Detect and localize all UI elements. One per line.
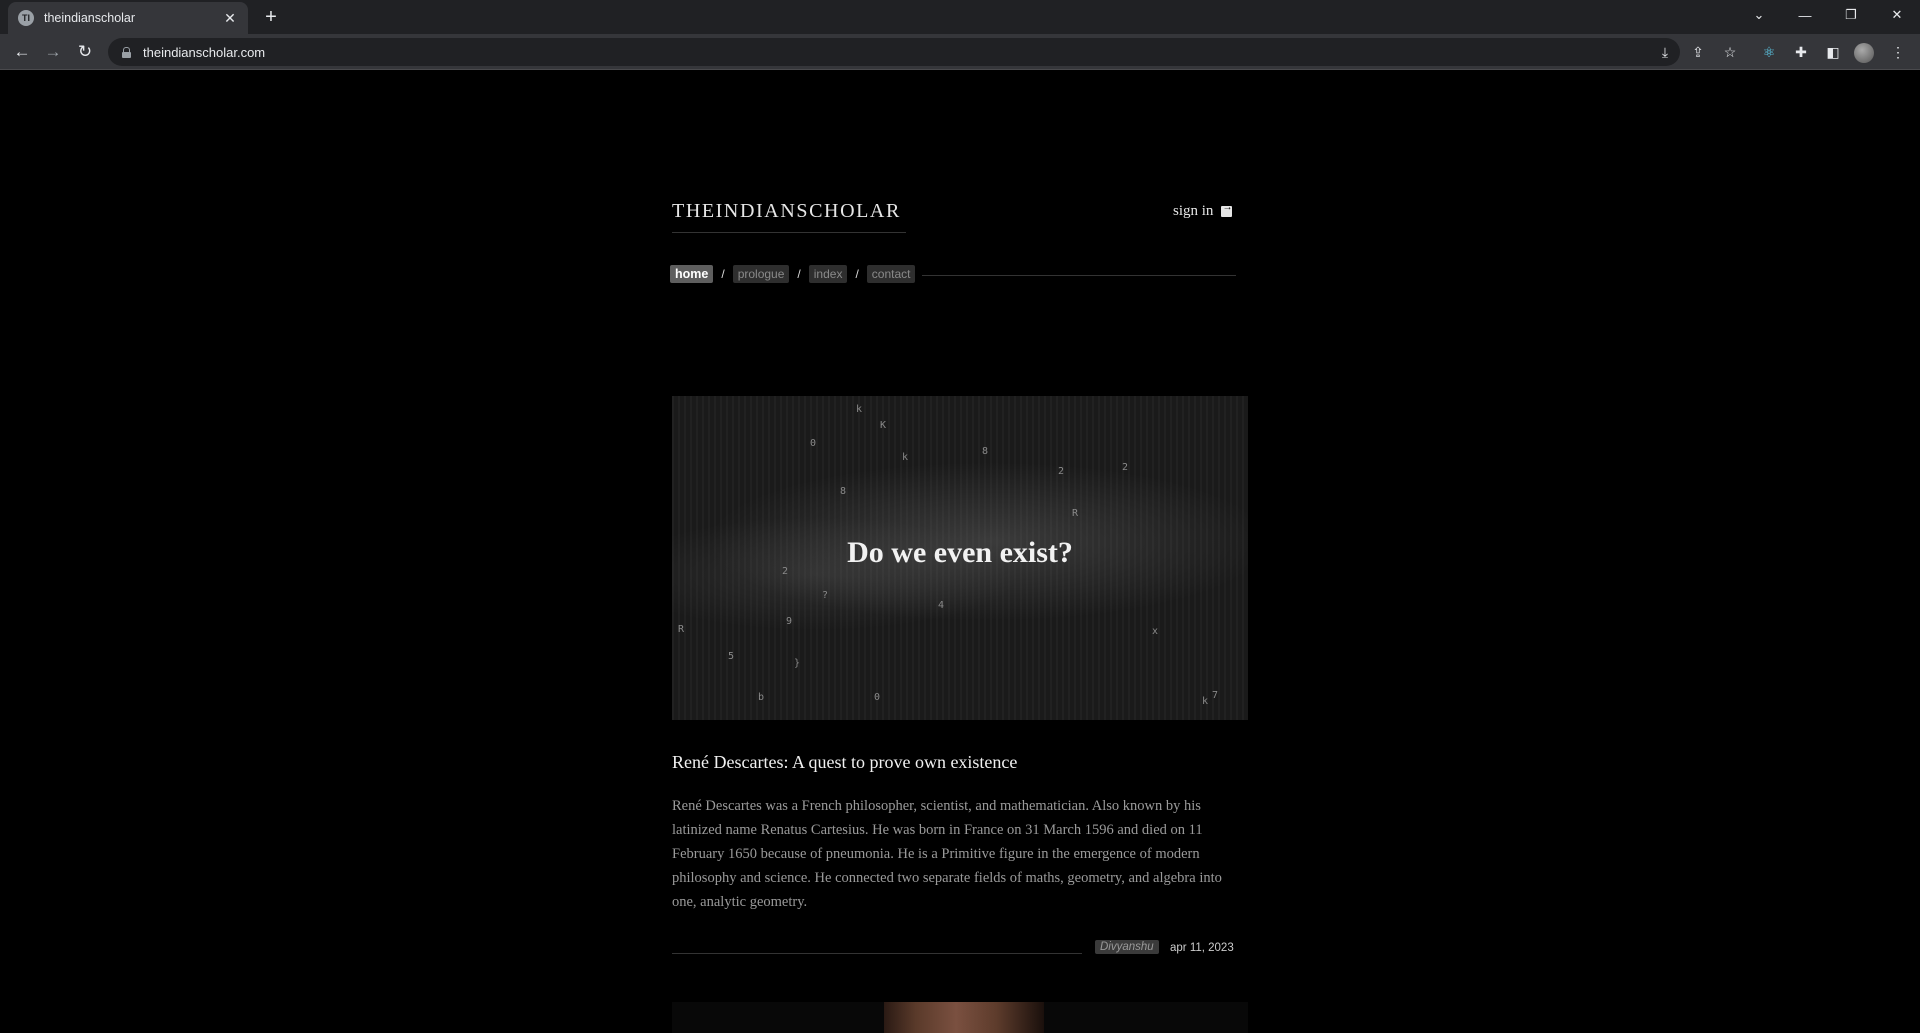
menu-icon[interactable]: ⋮ <box>1888 42 1908 62</box>
tab-search-icon[interactable]: ⌄ <box>1736 0 1782 30</box>
decorative-glyph: R <box>1072 508 1079 519</box>
browser-tab[interactable]: TI theindianscholar ✕ <box>8 2 248 34</box>
star-icon[interactable]: ☆ <box>1720 42 1740 62</box>
site-title[interactable]: THEINDIANSCHOLAR <box>672 200 901 223</box>
next-post-image-content <box>884 1002 1044 1033</box>
browser-tab-bar: TI theindianscholar ✕ + ⌄ — ❐ ✕ <box>0 0 1920 34</box>
decorative-glyph: 5 <box>728 651 735 662</box>
decorative-glyph: 8 <box>840 486 847 497</box>
share-icon[interactable]: ⇪ <box>1688 42 1708 62</box>
decorative-glyph: 0 <box>810 438 817 449</box>
restore-button[interactable]: ❐ <box>1828 0 1874 30</box>
url-text[interactable]: theindianscholar.com <box>143 45 265 60</box>
cover-caption: Do we even exist? <box>847 536 1073 569</box>
decorative-glyph: K <box>880 420 887 431</box>
forward-icon[interactable]: → <box>41 40 65 64</box>
reload-icon[interactable]: ↻ <box>73 40 97 64</box>
sign-in-link[interactable]: sign in <box>1173 202 1233 220</box>
decorative-glyph: 9 <box>786 616 793 627</box>
post-title[interactable]: René Descartes: A quest to prove own exi… <box>672 752 1017 773</box>
nav-divider <box>922 275 1236 276</box>
install-icon[interactable]: ⤓ <box>1655 42 1675 62</box>
title-divider <box>672 232 906 233</box>
new-tab-button[interactable]: + <box>260 6 282 28</box>
sign-in-icon <box>1221 202 1233 217</box>
decorative-glyph: 0 <box>874 692 881 703</box>
decorative-glyph: k <box>902 452 909 463</box>
decorative-glyph: b <box>758 692 765 703</box>
profile-avatar[interactable] <box>1854 43 1874 63</box>
nav-item-contact[interactable]: contact <box>866 265 916 283</box>
decorative-glyph: } <box>794 658 801 669</box>
back-icon[interactable]: ← <box>10 40 34 64</box>
close-window-button[interactable]: ✕ <box>1874 0 1920 30</box>
side-panel-icon[interactable]: ◧ <box>1823 42 1843 62</box>
post-author-badge[interactable]: Divyanshu <box>1095 940 1159 954</box>
close-tab-icon[interactable]: ✕ <box>222 10 238 26</box>
decorative-glyph: 4 <box>938 600 945 611</box>
nav-separator: / <box>855 267 859 281</box>
nav-item-prologue[interactable]: prologue <box>732 265 790 283</box>
decorative-glyph: 7 <box>1212 690 1219 701</box>
decorative-glyph: k <box>1202 696 1209 707</box>
nav-item-home[interactable]: home <box>670 265 714 283</box>
nav-separator: / <box>721 267 725 281</box>
extensions-icon[interactable]: ✚ <box>1791 42 1811 62</box>
lock-icon[interactable] <box>122 46 131 58</box>
post-excerpt: René Descartes was a French philosopher,… <box>672 798 1222 910</box>
react-devtools-icon[interactable]: ⚛ <box>1759 42 1779 62</box>
post-meta-divider <box>672 953 1082 954</box>
browser-toolbar: ← → ↻ theindianscholar.com ⤓ ⇪ ☆ ⚛ ✚ ◧ ⋮ <box>0 34 1920 70</box>
main-nav: home / prologue / index / contact <box>670 265 916 283</box>
decorative-glyph: 8 <box>982 446 989 457</box>
decorative-glyph: 2 <box>1122 462 1129 473</box>
address-bar[interactable]: theindianscholar.com <box>108 38 1680 66</box>
minimize-button[interactable]: — <box>1782 0 1828 30</box>
decorative-glyph: k <box>856 404 863 415</box>
decorative-glyph: R <box>678 624 685 635</box>
site-favicon-icon: TI <box>18 10 34 26</box>
tab-title: theindianscholar <box>44 11 136 25</box>
decorative-glyph: x <box>1152 626 1159 637</box>
decorative-glyph: 2 <box>1058 466 1065 477</box>
next-post-cover-image[interactable] <box>672 1002 1248 1033</box>
nav-item-index[interactable]: index <box>808 265 848 283</box>
sign-in-label: sign in <box>1173 203 1214 219</box>
decorative-glyph: ? <box>822 590 829 601</box>
nav-separator: / <box>797 267 801 281</box>
post-date: apr 11, 2023 <box>1170 942 1234 954</box>
post-cover-image[interactable]: k K 0 k 8 2 2 8 R 2 ? 4 9 R 5 } x b 0 k … <box>672 396 1248 720</box>
